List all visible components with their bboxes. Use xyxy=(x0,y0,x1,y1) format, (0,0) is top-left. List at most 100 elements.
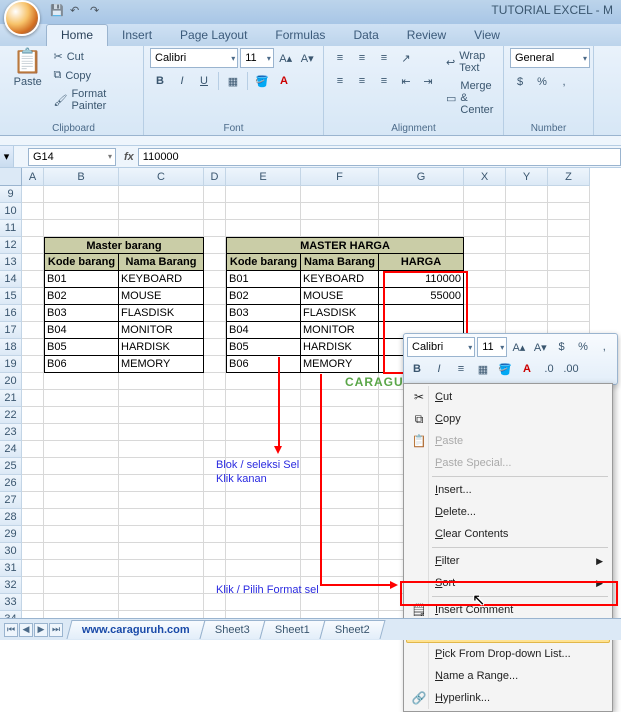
cell-C15[interactable]: MOUSE xyxy=(119,288,204,305)
cell-B16[interactable]: B03 xyxy=(44,305,119,322)
cell-B17[interactable]: B04 xyxy=(44,322,119,339)
row-header-29[interactable]: 29 xyxy=(0,526,22,543)
cell-D15[interactable] xyxy=(204,288,226,305)
align-right-icon[interactable]: ≡ xyxy=(374,71,394,91)
col-header-E[interactable]: E xyxy=(226,168,301,186)
cell-C14[interactable]: KEYBOARD xyxy=(119,271,204,288)
col-header-X[interactable]: X xyxy=(464,168,506,186)
sheet-tab-1[interactable]: Sheet3 xyxy=(199,620,265,639)
ctx-insert-[interactable]: Insert... xyxy=(406,479,610,501)
cell-B12[interactable]: Master barang xyxy=(44,237,204,254)
cell-F19[interactable]: MEMORY xyxy=(301,356,379,373)
mini-fill[interactable]: 🪣 xyxy=(495,359,515,379)
cell-Z10[interactable] xyxy=(548,203,590,220)
row-header-26[interactable]: 26 xyxy=(0,475,22,492)
cell-F21[interactable] xyxy=(301,390,379,407)
cell-C33[interactable] xyxy=(119,594,204,611)
cell-E16[interactable]: B03 xyxy=(226,305,301,322)
cell-E23[interactable] xyxy=(226,424,301,441)
mini-toolbar[interactable]: Calibri 11 A▴ A▾ $ % , B I ≡ ▦ 🪣 A .0 .0… xyxy=(403,333,618,385)
cell-C21[interactable] xyxy=(119,390,204,407)
row-header-28[interactable]: 28 xyxy=(0,509,22,526)
cell-F14[interactable]: KEYBOARD xyxy=(301,271,379,288)
context-menu[interactable]: ✂Cut⧉Copy📋PastePaste Special...Insert...… xyxy=(403,383,613,712)
row-header-31[interactable]: 31 xyxy=(0,560,22,577)
cell-X12[interactable] xyxy=(464,237,506,254)
row-header-32[interactable]: 32 xyxy=(0,577,22,594)
col-header-Z[interactable]: Z xyxy=(548,168,590,186)
cell-D10[interactable] xyxy=(204,203,226,220)
ctx-delete-[interactable]: Delete... xyxy=(406,501,610,523)
cell-F22[interactable] xyxy=(301,407,379,424)
cell-E11[interactable] xyxy=(226,220,301,237)
cell-Z15[interactable] xyxy=(548,288,590,305)
row-header-14[interactable]: 14 xyxy=(0,271,22,288)
sheet-tab-3[interactable]: Sheet2 xyxy=(319,620,385,639)
cell-A24[interactable] xyxy=(22,441,44,458)
currency-icon[interactable]: $ xyxy=(510,72,530,92)
cell-Z16[interactable] xyxy=(548,305,590,322)
cell-E29[interactable] xyxy=(226,526,301,543)
mini-fontcolor[interactable]: A xyxy=(517,359,537,379)
col-header-C[interactable]: C xyxy=(119,168,204,186)
cell-A21[interactable] xyxy=(22,390,44,407)
row-header-18[interactable]: 18 xyxy=(0,339,22,356)
formula-bar[interactable]: 110000 xyxy=(138,148,621,166)
font-size-combo[interactable]: 11 xyxy=(240,48,274,68)
ctx-copy[interactable]: ⧉Copy xyxy=(406,408,610,430)
cell-F24[interactable] xyxy=(301,441,379,458)
cell-F27[interactable] xyxy=(301,492,379,509)
cell-F16[interactable]: FLASDISK xyxy=(301,305,379,322)
ctx-pick-from-drop-down-list-[interactable]: Pick From Drop-down List... xyxy=(406,643,610,665)
cell-B14[interactable]: B01 xyxy=(44,271,119,288)
cell-E10[interactable] xyxy=(226,203,301,220)
cell-C30[interactable] xyxy=(119,543,204,560)
cell-G10[interactable] xyxy=(379,203,464,220)
font-color-button[interactable]: A xyxy=(274,71,294,91)
cell-A18[interactable] xyxy=(22,339,44,356)
row-header-9[interactable]: 9 xyxy=(0,186,22,203)
cell-E28[interactable] xyxy=(226,509,301,526)
tab-view[interactable]: View xyxy=(460,25,514,46)
cell-D27[interactable] xyxy=(204,492,226,509)
orientation-icon[interactable]: ↗ xyxy=(396,48,416,68)
cell-F29[interactable] xyxy=(301,526,379,543)
cell-Z11[interactable] xyxy=(548,220,590,237)
cell-B32[interactable] xyxy=(44,577,119,594)
mini-percent-icon[interactable]: % xyxy=(573,337,592,357)
cell-D21[interactable] xyxy=(204,390,226,407)
mini-border[interactable]: ▦ xyxy=(473,359,493,379)
cell-D20[interactable] xyxy=(204,373,226,390)
mini-bold[interactable]: B xyxy=(407,359,427,379)
cell-A29[interactable] xyxy=(22,526,44,543)
office-button[interactable] xyxy=(4,0,40,36)
tab-home[interactable]: Home xyxy=(46,24,108,46)
cell-D11[interactable] xyxy=(204,220,226,237)
cell-D33[interactable] xyxy=(204,594,226,611)
row-header-25[interactable]: 25 xyxy=(0,458,22,475)
undo-icon[interactable]: ↶ xyxy=(70,4,86,20)
cell-X15[interactable] xyxy=(464,288,506,305)
row-header-15[interactable]: 15 xyxy=(0,288,22,305)
cell-E12[interactable]: MASTER HARGA xyxy=(226,237,464,254)
cell-A32[interactable] xyxy=(22,577,44,594)
cell-B22[interactable] xyxy=(44,407,119,424)
mini-comma-icon[interactable]: , xyxy=(595,337,614,357)
cell-D29[interactable] xyxy=(204,526,226,543)
cell-A11[interactable] xyxy=(22,220,44,237)
cell-Z12[interactable] xyxy=(548,237,590,254)
cell-A20[interactable] xyxy=(22,373,44,390)
align-center-icon[interactable]: ≡ xyxy=(352,71,372,91)
cell-B20[interactable] xyxy=(44,373,119,390)
copy-button[interactable]: ⧉Copy xyxy=(49,67,137,84)
cell-E30[interactable] xyxy=(226,543,301,560)
cell-Y12[interactable] xyxy=(506,237,548,254)
align-bottom-icon[interactable]: ≡ xyxy=(374,48,394,68)
cell-C28[interactable] xyxy=(119,509,204,526)
mini-currency-icon[interactable]: $ xyxy=(552,337,571,357)
cell-D12[interactable] xyxy=(204,237,226,254)
cell-F33[interactable] xyxy=(301,594,379,611)
row-header-23[interactable]: 23 xyxy=(0,424,22,441)
number-format-combo[interactable]: General xyxy=(510,48,590,68)
cell-A10[interactable] xyxy=(22,203,44,220)
